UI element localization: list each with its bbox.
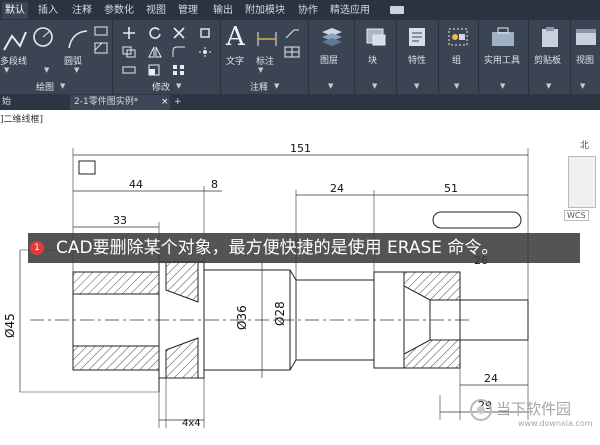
dim-24-bottom: 24 xyxy=(484,372,498,385)
viewcube-face[interactable] xyxy=(568,156,596,208)
dim-overall: 151 xyxy=(290,142,311,155)
watermark-logo-icon xyxy=(470,399,492,421)
watermark: 当下软件园 www.downxia.com xyxy=(470,395,595,435)
dim-8: 8 xyxy=(211,178,218,191)
viewcube-north[interactable]: 北 xyxy=(580,138,589,151)
wcs-badge[interactable]: WCS xyxy=(564,210,589,221)
dim-24-top: 24 xyxy=(330,182,344,195)
watermark-text: 当下软件园 xyxy=(496,400,572,418)
dim-33: 33 xyxy=(113,214,127,227)
dim-dia45: Ø45 xyxy=(3,313,17,338)
dim-dia36: Ø36 xyxy=(235,305,249,330)
viewcube[interactable]: 北 南 WCS xyxy=(558,130,598,330)
dim-44: 44 xyxy=(129,178,143,191)
watermark-url: www.downxia.com xyxy=(518,419,593,428)
dim-51: 51 xyxy=(444,182,458,195)
part-drawing[interactable]: 151 44 8 24 51 33 26 Ø45 Ø36 Ø28 24 4x4 … xyxy=(0,0,600,445)
dim-4x4: 4x4 xyxy=(182,418,201,429)
caption-overlay: CAD要删除某个对象，最方便快捷的是使用 ERASE 命令。 xyxy=(28,233,580,263)
dim-dia28: Ø28 xyxy=(273,301,287,326)
caption-badge: 1 xyxy=(30,241,44,255)
